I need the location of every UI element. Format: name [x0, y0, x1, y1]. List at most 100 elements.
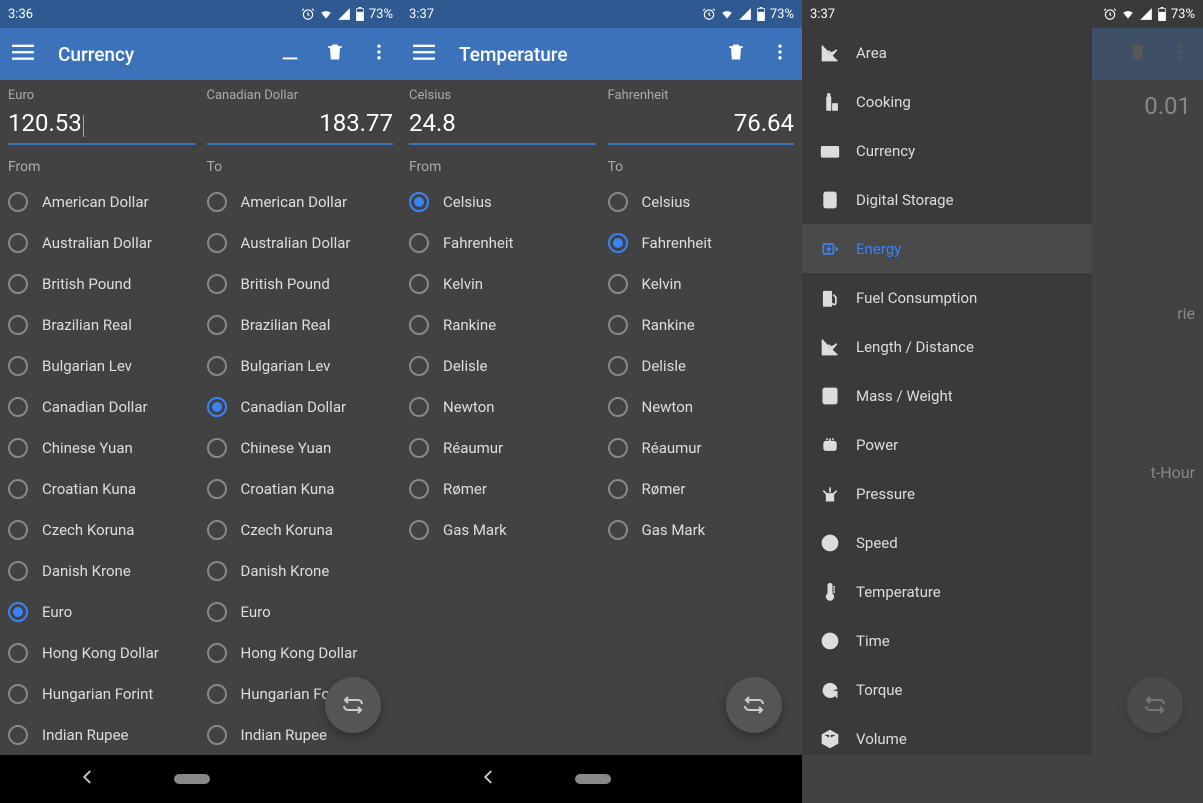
alarm-icon — [702, 7, 716, 21]
radio-option[interactable]: Rømer — [608, 468, 795, 509]
to-value-input[interactable]: 183.77 — [207, 107, 394, 145]
drawer-item-cooking[interactable]: Cooking — [802, 77, 1092, 126]
radio-option[interactable]: Canadian Dollar — [8, 386, 195, 427]
radio-option[interactable]: Croatian Kuna — [8, 468, 195, 509]
drawer-item-currency[interactable]: Currency — [802, 126, 1092, 175]
radio-option[interactable]: Canadian Dollar — [207, 386, 394, 427]
overflow-icon — [1171, 42, 1191, 66]
radio-option[interactable]: Croatian Kuna — [207, 468, 394, 509]
to-unit-label: Canadian Dollar — [207, 88, 394, 103]
scale-icon — [820, 386, 856, 406]
radio-option[interactable]: Bulgarian Lev — [8, 345, 195, 386]
radio-option[interactable]: Danish Krone — [207, 550, 394, 591]
radio-option[interactable]: Euro — [8, 591, 195, 632]
to-value-input[interactable]: 76.64 — [608, 107, 795, 145]
radio-option[interactable]: Czech Koruna — [8, 509, 195, 550]
radio-option[interactable]: Kelvin — [608, 263, 795, 304]
radio-option[interactable]: Euro — [207, 591, 394, 632]
from-column: Celsius 24.8 From CelsiusFahrenheitKelvi… — [409, 88, 596, 795]
radio-option[interactable]: Brazilian Real — [207, 304, 394, 345]
swap-fab[interactable] — [726, 677, 782, 733]
drawer-item-length-distance[interactable]: Length / Distance — [802, 322, 1092, 371]
radio-option[interactable]: Chinese Yuan — [207, 427, 394, 468]
radio-icon — [409, 315, 429, 335]
radio-option[interactable]: Brazilian Real — [8, 304, 195, 345]
drawer-item-pressure[interactable]: Pressure — [802, 469, 1092, 518]
drawer-item-torque[interactable]: Torque — [802, 665, 1092, 714]
nav-back-icon[interactable] — [79, 768, 97, 790]
drawer-item-mass-weight[interactable]: Mass / Weight — [802, 371, 1092, 420]
drawer-item-area[interactable]: Area — [802, 28, 1092, 77]
radio-option[interactable]: Delisle — [608, 345, 795, 386]
radio-option[interactable]: British Pound — [8, 263, 195, 304]
radio-option[interactable]: Gas Mark — [608, 509, 795, 550]
drawer-item-digital-storage[interactable]: Digital Storage — [802, 175, 1092, 224]
radio-option[interactable]: Czech Koruna — [207, 509, 394, 550]
overflow-icon[interactable] — [770, 42, 790, 66]
radio-icon — [8, 684, 28, 704]
radio-option[interactable]: Hong Kong Dollar — [8, 632, 195, 673]
radio-icon — [409, 356, 429, 376]
from-radio-list: American DollarAustralian DollarBritish … — [8, 181, 195, 755]
from-value-input[interactable]: 24.8 — [409, 107, 596, 145]
radio-label: Newton — [443, 398, 495, 416]
overflow-icon[interactable] — [369, 42, 389, 66]
radio-label: Euro — [42, 603, 72, 621]
drawer-item-volume[interactable]: Volume — [802, 714, 1092, 755]
radio-label: Gas Mark — [642, 521, 706, 539]
radio-option[interactable]: Newton — [409, 386, 596, 427]
drawer-item-fuel-consumption[interactable]: Fuel Consumption — [802, 273, 1092, 322]
drawer-item-power[interactable]: Power — [802, 420, 1092, 469]
drawer-item-label: Mass / Weight — [856, 387, 953, 405]
radio-option[interactable]: Newton — [608, 386, 795, 427]
radio-option[interactable]: Rankine — [409, 304, 596, 345]
radio-option[interactable]: Gas Mark — [409, 509, 596, 550]
drawer-item-label: Speed — [856, 534, 898, 552]
status-bar: 3:37 73% — [802, 0, 1203, 28]
hamburger-icon[interactable] — [12, 41, 34, 67]
from-value-input[interactable]: 120.53 — [8, 107, 195, 145]
radio-option[interactable]: Rankine — [608, 304, 795, 345]
radio-option[interactable]: American Dollar — [8, 181, 195, 222]
delete-icon[interactable] — [325, 42, 345, 66]
nav-home-pill[interactable] — [575, 774, 611, 784]
radio-option[interactable]: Hong Kong Dollar — [207, 632, 394, 673]
radio-option[interactable]: American Dollar — [207, 181, 394, 222]
drawer-item-time[interactable]: Time — [802, 616, 1092, 665]
radio-label: Indian Rupee — [42, 726, 128, 744]
radio-option[interactable]: Celsius — [608, 181, 795, 222]
delete-icon[interactable] — [726, 42, 746, 66]
radio-option[interactable]: Celsius — [409, 181, 596, 222]
radio-option[interactable]: Fahrenheit — [409, 222, 596, 263]
swap-fab[interactable] — [325, 677, 381, 733]
radio-option[interactable]: Fahrenheit — [608, 222, 795, 263]
nav-home-pill[interactable] — [174, 774, 210, 784]
radio-label: Czech Koruna — [241, 521, 333, 539]
radio-option[interactable]: Australian Dollar — [8, 222, 195, 263]
radio-option[interactable]: Chinese Yuan — [8, 427, 195, 468]
radio-option[interactable]: Australian Dollar — [207, 222, 394, 263]
radio-option[interactable]: British Pound — [207, 263, 394, 304]
fuel-icon — [820, 288, 856, 308]
chart-icon — [820, 337, 856, 357]
drawer-item-label: Volume — [856, 730, 907, 748]
radio-option[interactable]: Bulgarian Lev — [207, 345, 394, 386]
hamburger-icon[interactable] — [413, 41, 435, 67]
download-icon[interactable] — [279, 41, 301, 67]
radio-option[interactable]: Réaumur — [409, 427, 596, 468]
radio-icon — [207, 233, 227, 253]
nav-back-icon[interactable] — [480, 768, 498, 790]
radio-option[interactable]: Hungarian Forint — [8, 673, 195, 714]
drawer-item-temperature[interactable]: Temperature — [802, 567, 1092, 616]
radio-option[interactable]: Kelvin — [409, 263, 596, 304]
radio-option[interactable]: Rømer — [409, 468, 596, 509]
radio-option[interactable]: Réaumur — [608, 427, 795, 468]
drawer-item-speed[interactable]: Speed — [802, 518, 1092, 567]
drawer-item-energy[interactable]: Energy — [802, 224, 1092, 273]
radio-option[interactable]: Danish Krone — [8, 550, 195, 591]
wifi-icon — [319, 7, 333, 21]
rotate-icon — [820, 680, 856, 700]
drawer-item-label: Torque — [856, 681, 902, 699]
radio-option[interactable]: Delisle — [409, 345, 596, 386]
radio-option[interactable]: Indian Rupee — [8, 714, 195, 755]
